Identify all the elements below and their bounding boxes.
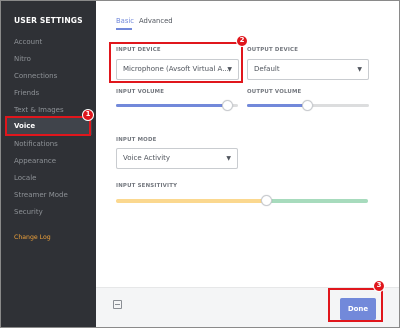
- annotation-box-voice: [5, 116, 91, 136]
- output-volume-fill: [247, 104, 308, 107]
- sidebar-item-locale[interactable]: Locale: [14, 170, 36, 187]
- input-sensitivity-label: INPUT SENSITIVITY: [116, 183, 178, 189]
- input-sensitivity-handle[interactable]: [261, 195, 272, 206]
- sidebar-item-security[interactable]: Security: [14, 204, 43, 221]
- annotation-box-input-device: [109, 42, 243, 83]
- input-volume-label: INPUT VOLUME: [116, 89, 165, 95]
- sidebar-item-friends[interactable]: Friends: [14, 85, 39, 102]
- input-mode-label: INPUT MODE: [116, 137, 157, 143]
- input-sensitivity-low-range: [116, 199, 267, 203]
- input-volume-fill: [116, 104, 228, 107]
- output-volume-handle[interactable]: [302, 100, 313, 111]
- screen-icon[interactable]: [113, 300, 122, 309]
- tab-basic-underline: [116, 28, 132, 30]
- sidebar-item-notifications[interactable]: Notifications: [14, 136, 58, 153]
- sidebar-item-streamer-mode[interactable]: Streamer Mode: [14, 187, 68, 204]
- sidebar-item-nitro[interactable]: Nitro: [14, 51, 31, 68]
- annotation-box-done: [328, 288, 383, 322]
- annotation-badge-2: 2: [236, 35, 248, 47]
- sidebar-item-connections[interactable]: Connections: [14, 68, 57, 85]
- output-volume-label: OUTPUT VOLUME: [247, 89, 302, 95]
- output-device-select[interactable]: Default ▼: [247, 59, 369, 80]
- input-mode-value: Voice Activity: [123, 154, 171, 162]
- sidebar-item-appearance[interactable]: Appearance: [14, 153, 56, 170]
- output-device-value: Default: [254, 65, 280, 73]
- annotation-badge-1: 1: [82, 109, 94, 121]
- sidebar-title: USER SETTINGS: [14, 16, 83, 25]
- tab-advanced[interactable]: Advanced: [139, 17, 173, 25]
- input-sensitivity-high-range: [267, 199, 368, 203]
- sidebar-item-account[interactable]: Account: [14, 34, 42, 51]
- chevron-down-icon: ▼: [226, 155, 231, 162]
- settings-sidebar: USER SETTINGS Account Nitro Connections …: [1, 1, 96, 327]
- annotation-badge-3: 3: [373, 280, 385, 292]
- chevron-down-icon: ▼: [357, 66, 362, 73]
- input-volume-handle[interactable]: [222, 100, 233, 111]
- sidebar-item-change-log[interactable]: Change Log: [14, 229, 51, 246]
- tab-basic[interactable]: Basic: [116, 17, 134, 25]
- input-mode-select[interactable]: Voice Activity ▼: [116, 148, 238, 169]
- output-device-label: OUTPUT DEVICE: [247, 47, 299, 53]
- input-volume-track[interactable]: [116, 104, 238, 107]
